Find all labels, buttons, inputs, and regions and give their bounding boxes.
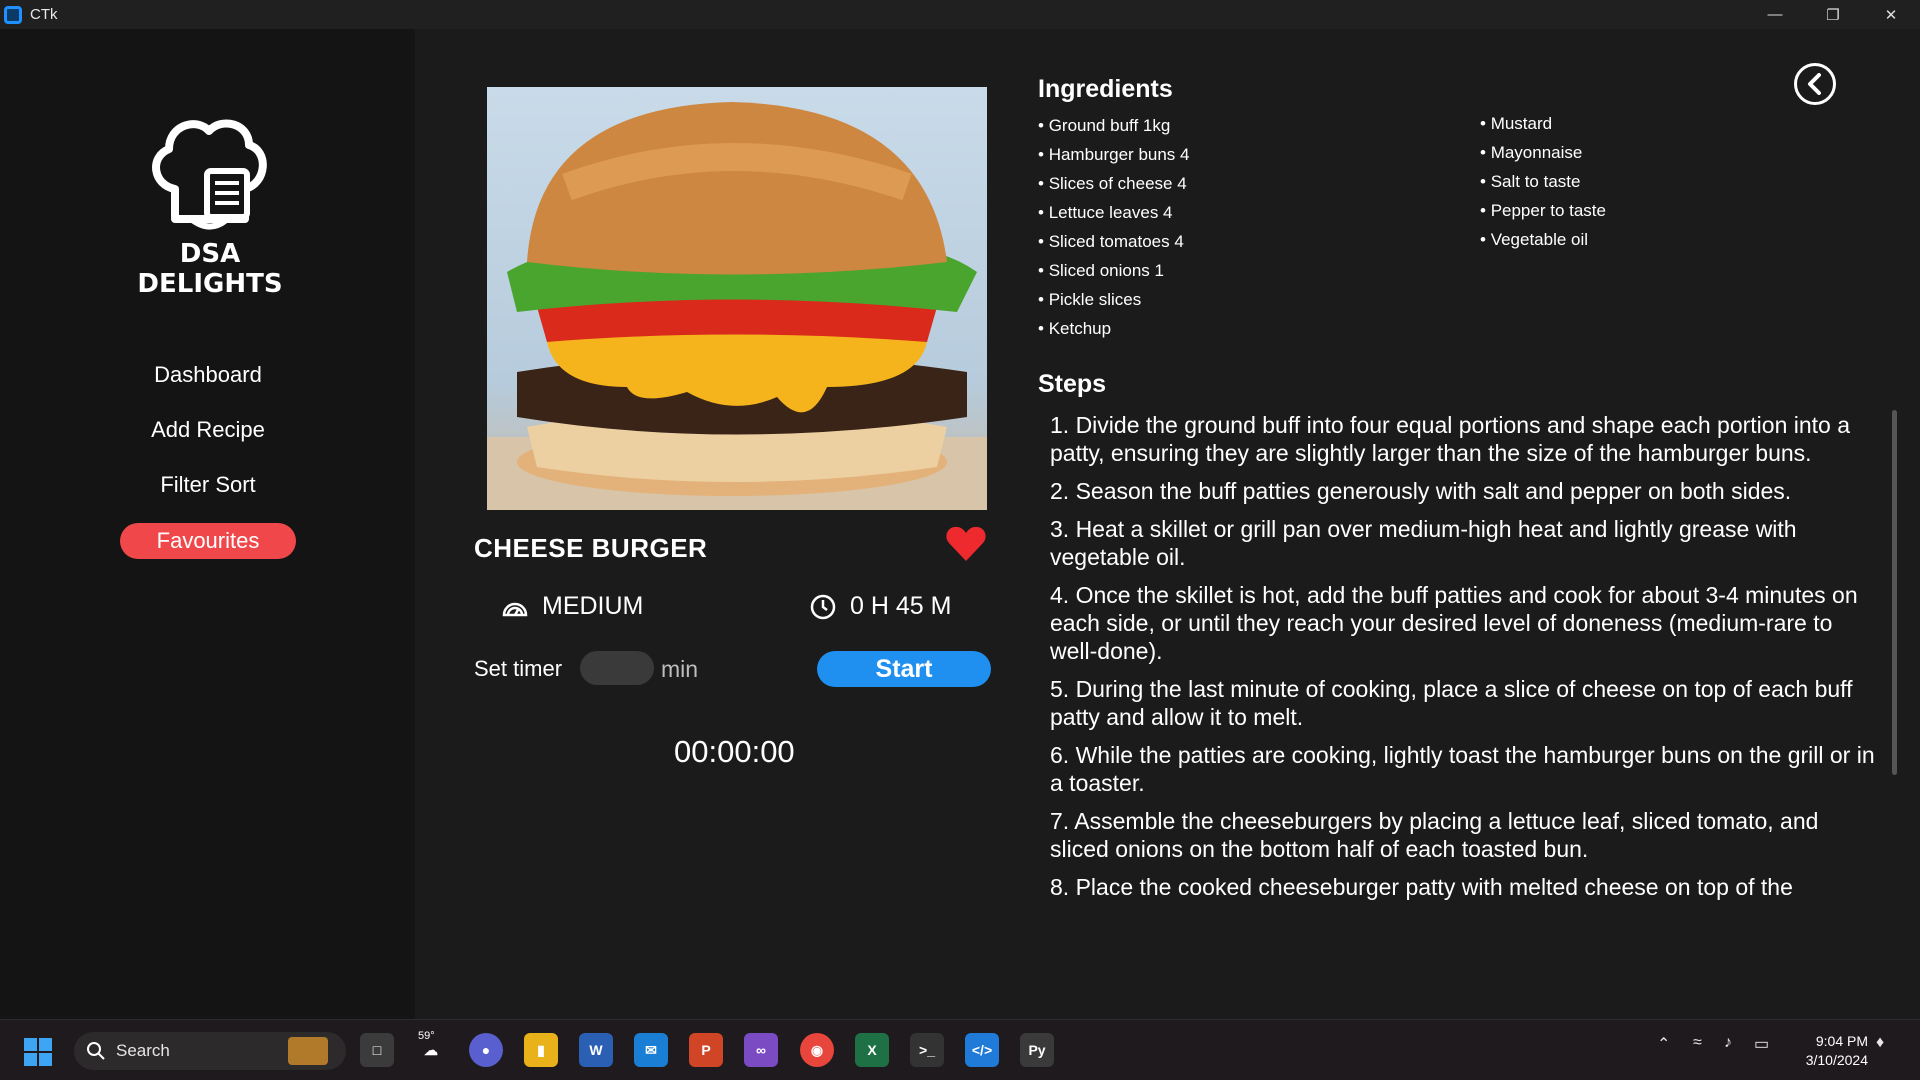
steps-heading: Steps bbox=[1038, 370, 1107, 398]
ingredient-item: Pickle slices bbox=[1038, 285, 1190, 314]
window-title: CTk bbox=[30, 6, 58, 23]
app-icon bbox=[4, 5, 22, 24]
search-icon bbox=[87, 1042, 105, 1060]
minimize-icon: — bbox=[1767, 6, 1783, 23]
countdown-display: 00:00:00 bbox=[674, 734, 795, 769]
ingredient-item: Ketchup bbox=[1038, 314, 1190, 343]
chevron-up-icon[interactable]: ⌃ bbox=[1657, 1034, 1670, 1054]
title-bar: CTk — ❐ ✕ bbox=[0, 0, 1920, 29]
duration: 0 H 45 M bbox=[810, 592, 951, 621]
timer-unit-label: min bbox=[661, 656, 699, 682]
minimize-button[interactable]: — bbox=[1746, 0, 1804, 29]
mail-icon[interactable]: ✉ bbox=[634, 1033, 668, 1067]
nav-filter-sort[interactable]: Filter Sort bbox=[120, 467, 296, 503]
step-item: 4. Once the skillet is hot, add the buff… bbox=[1050, 582, 1858, 664]
restore-button[interactable]: ❐ bbox=[1804, 0, 1862, 29]
ingredient-item: Hamburger buns 4 bbox=[1038, 140, 1190, 169]
ingredients-list-2: Mustard Mayonnaise Salt to taste Pepper … bbox=[1480, 109, 1606, 254]
nav-favourites[interactable]: Favourites bbox=[120, 523, 296, 559]
close-icon: ✕ bbox=[1884, 6, 1898, 24]
clock[interactable]: 9:04 PM 3/10/2024 bbox=[1790, 1032, 1868, 1070]
duration-label: 0 H 45 M bbox=[850, 592, 952, 620]
wifi-icon[interactable]: ≈ bbox=[1693, 1034, 1702, 1052]
nav-dashboard[interactable]: Dashboard bbox=[120, 357, 296, 393]
restore-icon: ❐ bbox=[1826, 6, 1840, 24]
visual-studio-icon[interactable]: ∞ bbox=[744, 1033, 778, 1067]
step-item: 5. During the last minute of cooking, pl… bbox=[1050, 676, 1853, 730]
cheese-burger-image bbox=[487, 102, 987, 510]
ingredient-item: Sliced tomatoes 4 bbox=[1038, 227, 1190, 256]
search-highlight-icon bbox=[288, 1037, 328, 1065]
volume-icon[interactable]: ♪ bbox=[1724, 1034, 1732, 1052]
start-timer-button[interactable]: Start bbox=[817, 651, 991, 687]
ingredient-item: Mayonnaise bbox=[1480, 138, 1606, 167]
chevron-left-icon bbox=[1808, 73, 1821, 95]
timer-minutes-input[interactable] bbox=[580, 651, 654, 685]
clock-time: 9:04 PM bbox=[1815, 1033, 1868, 1049]
taskbar-search[interactable]: Search bbox=[74, 1032, 346, 1070]
file-explorer-icon[interactable]: ▮ bbox=[524, 1033, 558, 1067]
ingredient-item: Ground buff 1kg bbox=[1038, 111, 1190, 140]
ingredient-item: Mustard bbox=[1480, 109, 1606, 138]
difficulty-label: MEDIUM bbox=[542, 592, 644, 620]
heart-icon bbox=[946, 526, 986, 561]
windows-icon bbox=[24, 1038, 52, 1066]
taskbar: Search □ ☁ 59° ● ▮ W ✉ P ∞ ◉ X >_ </> Py… bbox=[0, 1019, 1920, 1080]
python-icon[interactable]: Py bbox=[1020, 1033, 1054, 1067]
chrome-icon[interactable]: ◉ bbox=[800, 1033, 834, 1067]
battery-icon[interactable]: ▭ bbox=[1754, 1034, 1769, 1054]
word-icon[interactable]: W bbox=[579, 1033, 613, 1067]
logo: DSA DELIGHTS bbox=[110, 111, 310, 299]
ingredient-item: Salt to taste bbox=[1480, 167, 1606, 196]
notification-icon[interactable]: ♦ bbox=[1876, 1034, 1884, 1052]
task-view-icon[interactable]: □ bbox=[360, 1033, 394, 1067]
step-item: 3. Heat a skillet or grill pan over medi… bbox=[1050, 516, 1797, 570]
ingredient-item: Pepper to taste bbox=[1480, 196, 1606, 225]
clock-icon bbox=[810, 594, 836, 619]
step-item: 2. Season the buff patties generously wi… bbox=[1050, 478, 1792, 504]
chef-hat-icon bbox=[152, 119, 267, 230]
difficulty: MEDIUM bbox=[502, 592, 643, 621]
terminal-icon[interactable]: >_ bbox=[910, 1033, 944, 1067]
favourite-toggle[interactable] bbox=[946, 526, 986, 567]
ingredient-item: Sliced onions 1 bbox=[1038, 256, 1190, 285]
ingredient-item: Vegetable oil bbox=[1480, 225, 1606, 254]
meet-icon[interactable]: ● bbox=[469, 1033, 503, 1067]
sidebar: DSA DELIGHTS Dashboard Add Recipe Filter… bbox=[0, 29, 415, 1019]
step-item: 8. Place the cooked cheeseburger patty w… bbox=[1050, 874, 1793, 900]
back-button[interactable] bbox=[1794, 63, 1836, 105]
excel-icon[interactable]: X bbox=[855, 1033, 889, 1067]
nav-add-recipe[interactable]: Add Recipe bbox=[120, 412, 296, 448]
steps-list[interactable]: 1. Divide the ground buff into four equa… bbox=[1050, 411, 1880, 956]
recipe-image bbox=[487, 87, 987, 510]
set-timer-label: Set timer bbox=[474, 656, 563, 681]
close-button[interactable]: ✕ bbox=[1862, 0, 1920, 29]
brand-name: DSA DELIGHTS bbox=[137, 239, 283, 299]
weather-temp: 59° bbox=[418, 1030, 435, 1042]
steps-scrollbar[interactable] bbox=[1892, 410, 1897, 775]
step-item: 6. While the patties are cooking, lightl… bbox=[1050, 742, 1875, 796]
step-item: 1. Divide the ground buff into four equa… bbox=[1050, 412, 1851, 466]
gauge-icon bbox=[502, 602, 528, 616]
vscode-icon[interactable]: </> bbox=[965, 1033, 999, 1067]
clock-date: 3/10/2024 bbox=[1805, 1052, 1868, 1068]
search-placeholder: Search bbox=[116, 1041, 170, 1060]
powerpoint-icon[interactable]: P bbox=[689, 1033, 723, 1067]
step-item: 7. Assemble the cheeseburgers by placing… bbox=[1050, 808, 1819, 862]
ingredients-heading: Ingredients bbox=[1038, 75, 1173, 103]
start-button[interactable] bbox=[24, 1038, 52, 1071]
ingredients-list-1: Ground buff 1kg Hamburger buns 4 Slices … bbox=[1038, 111, 1190, 343]
recipe-title: CHEESE BURGER bbox=[474, 533, 708, 563]
ingredient-item: Slices of cheese 4 bbox=[1038, 169, 1190, 198]
ingredient-item: Lettuce leaves 4 bbox=[1038, 198, 1190, 227]
